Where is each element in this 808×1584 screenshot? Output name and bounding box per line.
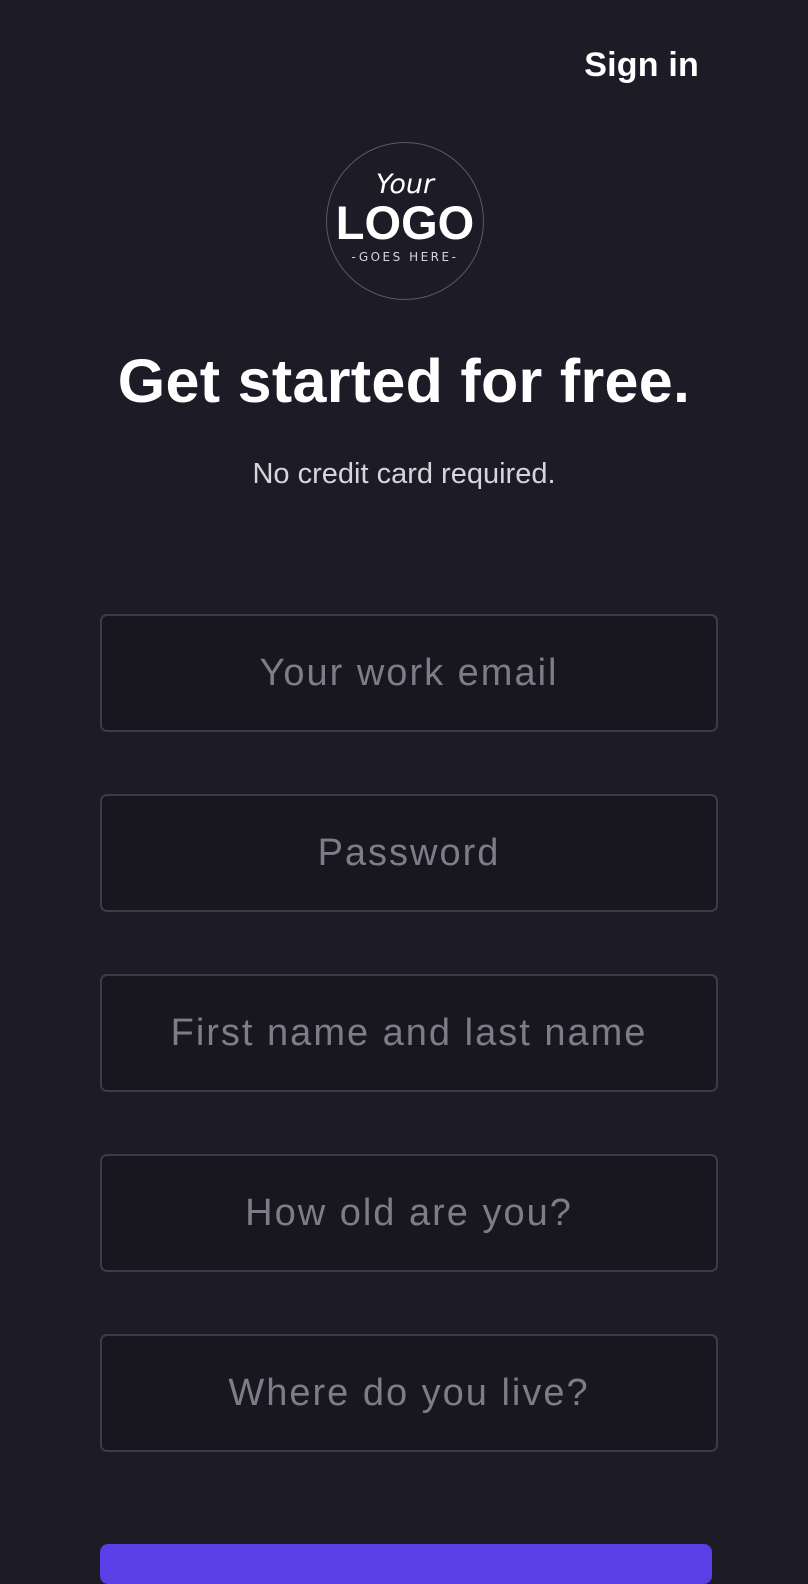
email-input[interactable] bbox=[100, 614, 718, 732]
location-input[interactable] bbox=[100, 1334, 718, 1452]
password-input[interactable] bbox=[100, 794, 718, 912]
age-input[interactable] bbox=[100, 1154, 718, 1272]
logo-graphic: Your LOGO -GOES HERE- bbox=[336, 169, 474, 264]
logo-text-goes-here: -GOES HERE- bbox=[352, 250, 459, 264]
logo: Your LOGO -GOES HERE- bbox=[326, 142, 484, 300]
sign-in-link[interactable]: Sign in bbox=[584, 46, 699, 85]
full-name-input[interactable] bbox=[100, 974, 718, 1092]
page-subtitle: No credit card required. bbox=[252, 458, 556, 490]
logo-text-logo: LOGO bbox=[336, 196, 474, 249]
submit-button[interactable] bbox=[100, 1544, 712, 1584]
page-title: Get started for free. bbox=[117, 347, 691, 415]
